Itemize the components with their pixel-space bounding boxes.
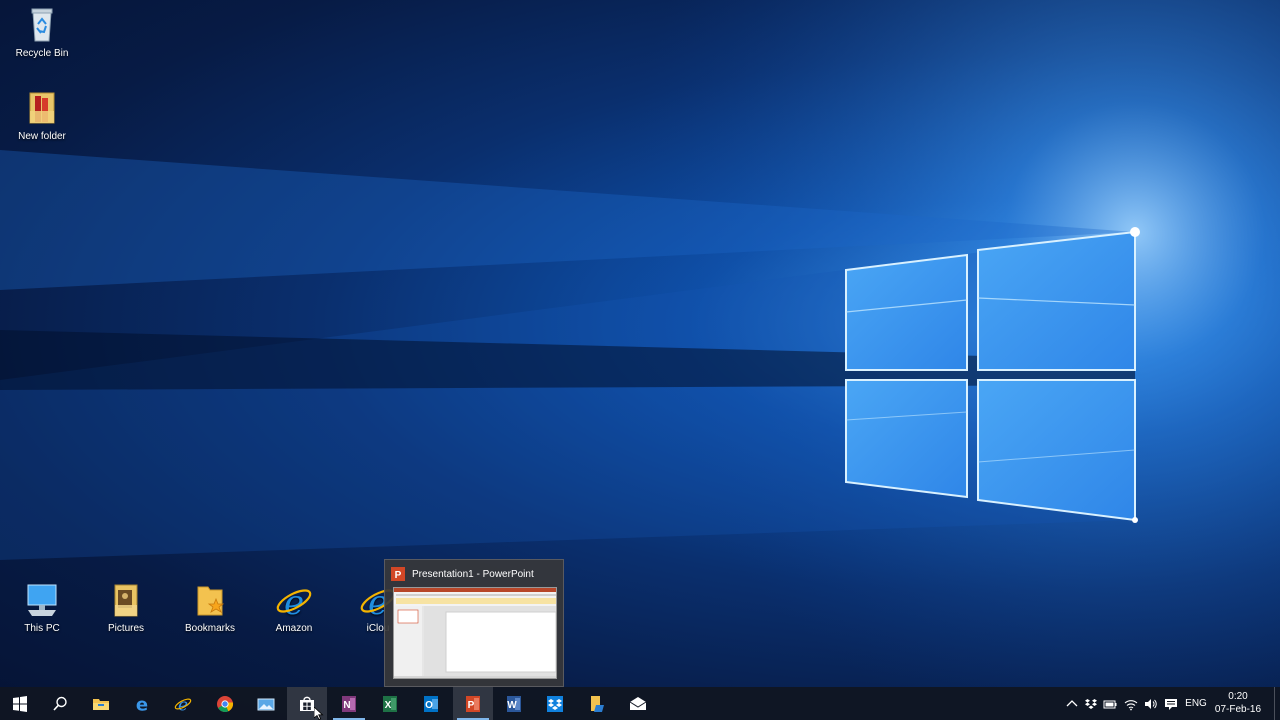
taskbar-app-mail[interactable] <box>618 687 658 720</box>
clock-date: 07-Feb-16 <box>1214 704 1262 715</box>
desktop-icon-label: Recycle Bin <box>15 48 69 59</box>
taskbar-app-folder[interactable] <box>577 687 617 720</box>
svg-text:e: e <box>136 695 148 713</box>
svg-text:O: O <box>425 700 433 711</box>
taskbar-app-powerpoint[interactable]: P <box>453 687 493 720</box>
svg-text:e: e <box>178 695 188 713</box>
tray-dropbox[interactable] <box>1082 687 1100 720</box>
taskbar-app-outlook[interactable]: O <box>411 687 451 720</box>
dropbox-icon <box>547 695 563 712</box>
search-button[interactable] <box>40 687 80 720</box>
input-language-indicator[interactable]: ENG <box>1183 687 1209 720</box>
internet-explorer-icon: e <box>174 695 192 713</box>
mail-icon <box>629 696 647 710</box>
taskbar-thumbnail-preview[interactable]: P Presentation1 - PowerPoint <box>384 559 564 687</box>
start-button[interactable] <box>0 687 40 720</box>
internet-explorer-icon: e <box>274 581 314 619</box>
desktop-icon-bookmarks[interactable]: Bookmarks <box>170 581 250 635</box>
taskbar-app-internet-explorer[interactable]: e <box>163 687 203 720</box>
thumbnail-header: P Presentation1 - PowerPoint <box>391 566 534 582</box>
powerpoint-icon: P <box>466 695 480 712</box>
desktop-icon-label: Amazon <box>275 623 313 634</box>
edge-icon: e <box>136 695 148 713</box>
desktop-icon-label: Pictures <box>107 623 145 634</box>
chrome-icon <box>217 695 234 712</box>
taskbar-app-excel[interactable]: X <box>370 687 410 720</box>
desktop-icon-label: Bookmarks <box>184 623 235 634</box>
taskbar-app-file-explorer[interactable] <box>81 687 121 720</box>
onenote-icon: N <box>342 695 356 712</box>
clock-time: 0:20 <box>1228 691 1248 702</box>
action-center-icon <box>1165 698 1177 710</box>
search-icon <box>53 696 67 711</box>
show-desktop-button[interactable] <box>1274 687 1280 720</box>
tray-battery[interactable] <box>1101 687 1119 720</box>
taskbar-app-edge[interactable]: e <box>122 687 162 720</box>
taskbar-app-dropbox[interactable] <box>535 687 575 720</box>
volume-icon <box>1145 698 1157 709</box>
tray-volume[interactable] <box>1142 687 1160 720</box>
outlook-icon: O <box>424 695 438 712</box>
photos-icon <box>257 698 275 710</box>
tray-overflow-button[interactable] <box>1063 687 1081 720</box>
chevron-up-icon <box>1066 699 1078 706</box>
taskbar-app-onenote[interactable]: N <box>329 687 369 720</box>
folder-icon <box>93 698 109 710</box>
desktop-icon-label: New folder <box>18 131 66 142</box>
computer-icon <box>22 581 62 619</box>
taskbar-app-photos[interactable] <box>246 687 286 720</box>
taskbar-clock[interactable]: 0:20 07-Feb-16 <box>1212 690 1264 716</box>
dropbox-tray-icon <box>1085 698 1097 709</box>
powerpoint-window-miniature <box>394 588 556 678</box>
taskbar-app-chrome[interactable] <box>205 687 245 720</box>
excel-icon: X <box>383 695 397 712</box>
folder-books-icon <box>22 89 62 127</box>
tray-action-center[interactable] <box>1162 687 1180 720</box>
svg-text:P: P <box>468 700 475 711</box>
powerpoint-icon: P <box>391 567 405 581</box>
desktop-icon-label: This PC <box>24 623 60 634</box>
svg-text:N: N <box>343 700 350 711</box>
desktop-icon-this-pc[interactable]: This PC <box>2 581 82 635</box>
taskbar-app-word[interactable]: W <box>494 687 534 720</box>
wifi-icon <box>1124 699 1138 710</box>
windows-logo-icon <box>13 695 27 712</box>
desktop-icon-pictures[interactable]: Pictures <box>86 581 166 635</box>
thumbnail-title: Presentation1 - PowerPoint <box>412 568 534 580</box>
desktop-icon-new-folder[interactable]: New folder <box>2 89 82 143</box>
svg-text:P: P <box>395 570 402 581</box>
recycle-bin-icon <box>22 6 62 44</box>
battery-icon <box>1103 700 1117 708</box>
svg-text:X: X <box>385 700 392 711</box>
svg-text:e: e <box>284 583 304 619</box>
desktop-icon-amazon[interactable]: e Amazon <box>254 581 334 635</box>
svg-text:W: W <box>507 700 517 711</box>
word-icon: W <box>507 695 521 712</box>
mouse-cursor-icon <box>314 707 324 720</box>
taskbar: e e N X O P W ENG 0:20 07-Feb-16 <box>0 687 1280 720</box>
tray-network[interactable] <box>1122 687 1140 720</box>
thumbnail-window-preview[interactable] <box>393 587 557 679</box>
desktop-icon-recycle-bin[interactable]: Recycle Bin <box>2 6 82 60</box>
folder-app-icon <box>591 695 604 712</box>
pictures-folder-icon <box>106 581 146 619</box>
bookmarks-folder-icon <box>190 581 230 619</box>
